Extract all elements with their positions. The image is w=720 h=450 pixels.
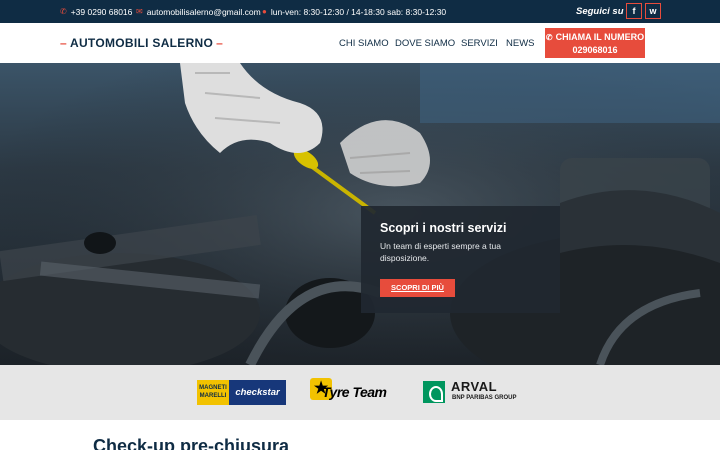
- nav-chi-siamo[interactable]: CHI SIAMO: [339, 38, 389, 49]
- site-logo[interactable]: – AUTOMOBILI SALERNO –: [60, 36, 223, 50]
- whatsapp-icon[interactable]: w: [645, 3, 661, 19]
- email-contact[interactable]: ✉ automobilisalerno@gmail.com: [136, 0, 261, 23]
- call-label: CHIAMA IL NUMERO: [555, 32, 645, 42]
- checkup-section: Check-up pre-chiusura: [0, 420, 720, 450]
- email-text: automobilisalerno@gmail.com: [146, 6, 261, 17]
- arval-subtext: BNP PARIBAS GROUP: [452, 395, 517, 401]
- nav-servizi[interactable]: SERVIZI: [461, 38, 498, 49]
- top-bar: ✆ +39 0290 68016 ✉ automobilisalerno@gma…: [0, 0, 720, 23]
- logo-text: AUTOMOBILI SALERNO: [69, 36, 214, 50]
- mail-icon: ✉: [136, 7, 143, 16]
- phone-icon: ✆: [545, 33, 553, 42]
- tyre-team-text: Tyre Team: [322, 384, 387, 400]
- hero-title: Scopri i nostri servizi: [380, 221, 507, 235]
- nav-news[interactable]: NEWS: [506, 38, 535, 49]
- clock-icon: ●: [262, 7, 267, 16]
- hero-banner: Scopri i nostri servizi Un team di esper…: [0, 63, 720, 365]
- magneti-marelli-logo: MAGNETI MARELLI: [197, 380, 229, 405]
- engine-bay-image: [0, 63, 720, 365]
- facebook-icon[interactable]: f: [626, 3, 642, 19]
- tyre-team-logo[interactable]: ★ Tyre Team: [310, 378, 400, 408]
- phone-text: +39 0290 68016: [70, 6, 133, 17]
- follow-label: Seguici su: [576, 6, 624, 17]
- hours-text: lun-ven: 8:30-12:30 / 14-18:30 sab: 8:30…: [270, 6, 447, 17]
- call-number: 029068016: [572, 45, 618, 55]
- nav-dove-siamo[interactable]: DOVE SIAMO: [395, 38, 455, 49]
- hero-text: Un team di esperti sempre a tua disposiz…: [380, 241, 501, 263]
- arval-text: ARVAL: [451, 379, 498, 394]
- call-button[interactable]: ✆ CHIAMA IL NUMERO 029068016: [545, 28, 645, 58]
- opening-hours: ● lun-ven: 8:30-12:30 / 14-18:30 sab: 8:…: [262, 0, 446, 23]
- phone-contact[interactable]: ✆ +39 0290 68016: [60, 0, 132, 23]
- hero-card: Scopri i nostri servizi Un team di esper…: [361, 206, 560, 313]
- partners-strip: MAGNETI MARELLI checkstar ★ Tyre Team AR…: [0, 365, 720, 420]
- arval-mark-icon: [423, 381, 445, 403]
- section-title: Check-up pre-chiusura: [93, 436, 290, 450]
- checkstar-logo: checkstar: [229, 380, 286, 405]
- discover-button[interactable]: SCOPRI DI PIÙ: [380, 279, 455, 297]
- main-header: – AUTOMOBILI SALERNO – CHI SIAMO DOVE SI…: [0, 23, 720, 63]
- magneti-marelli-checkstar-logo[interactable]: MAGNETI MARELLI checkstar: [197, 380, 286, 405]
- phone-icon: ✆: [60, 7, 67, 16]
